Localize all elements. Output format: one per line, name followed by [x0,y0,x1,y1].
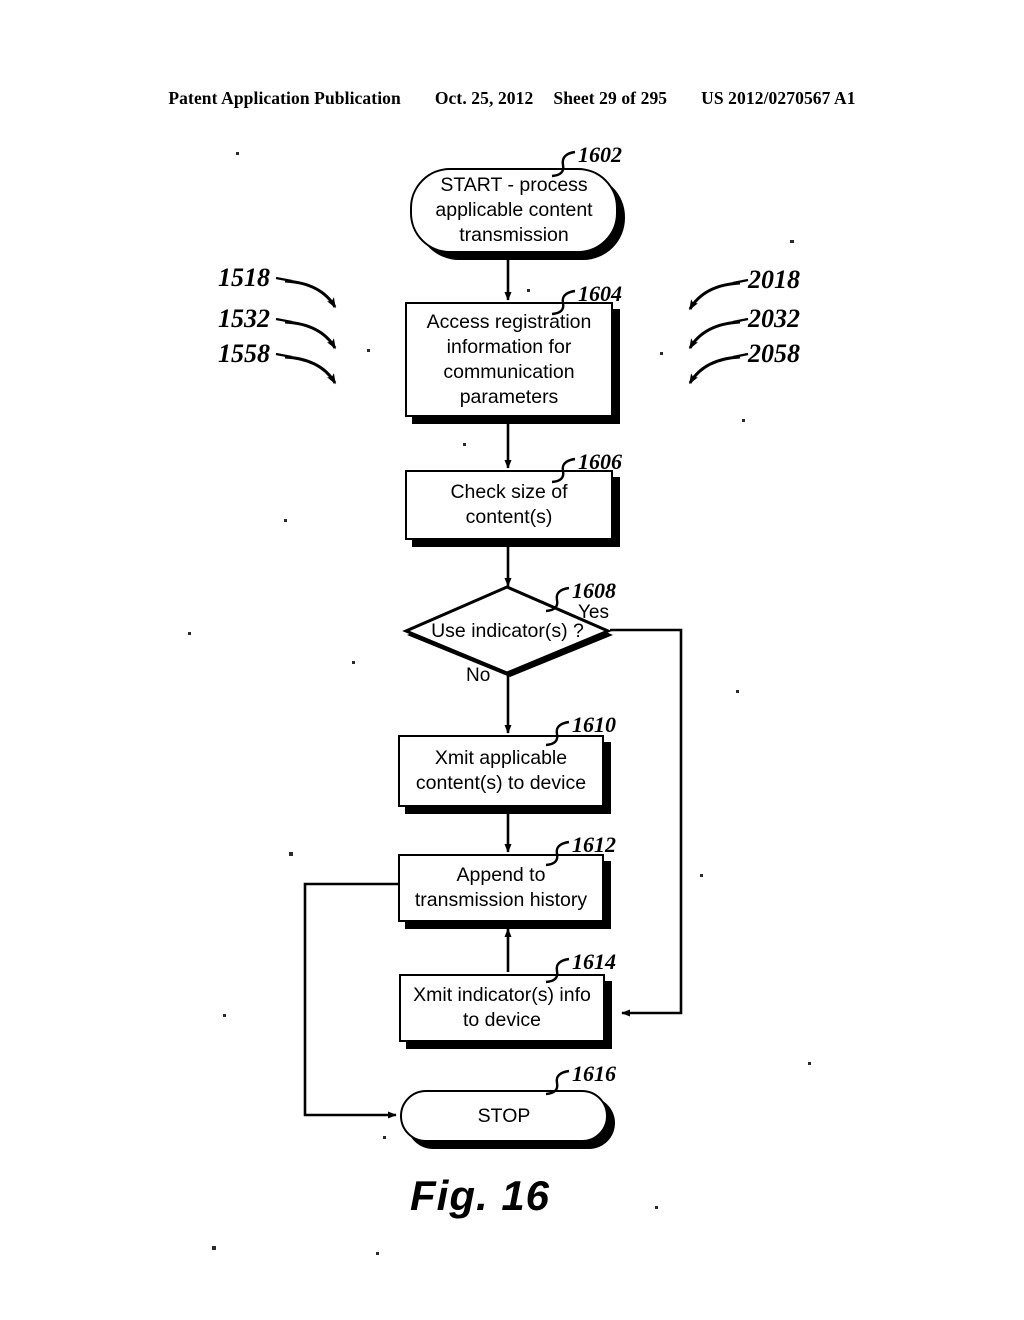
ref-1608: 1608 [572,578,616,603]
node-append-history[interactable]: Append to transmission history [398,854,604,922]
node-access-registration[interactable]: Access registration information for comm… [405,302,613,417]
ref-1606: 1606 [578,449,622,474]
ref-1612: 1612 [572,832,616,857]
ref-1602: 1602 [578,142,622,167]
node-xmit-indicator[interactable]: Xmit indicator(s) info to device [399,974,605,1042]
side-ref-2018: 2018 [748,265,800,294]
side-ref-1518: 1518 [218,263,270,292]
branch-label-yes: Yes [578,602,609,623]
side-ref-1558: 1558 [218,339,270,368]
node-xmit-indicator-label: Xmit indicator(s) info to device [413,984,591,1031]
side-ref-2058: 2058 [748,339,800,368]
ref-1610: 1610 [572,712,616,737]
node-append-history-label: Append to transmission history [414,864,588,911]
side-ref-2032: 2032 [748,304,800,333]
node-stop[interactable]: STOP [400,1090,608,1142]
node-check-size[interactable]: Check size of content(s) [405,470,613,540]
side-ref-1532: 1532 [218,304,270,333]
node-start[interactable]: START - process applicable content trans… [410,168,618,253]
branch-label-no: No [466,665,491,686]
ref-1616: 1616 [572,1061,616,1086]
node-xmit-content-label: Xmit applicable content(s) to device [415,747,587,794]
patent-figure-page: Patent Application Publication Oct. 25, 2… [0,0,1024,1320]
node-stop-label: STOP [477,1104,531,1127]
node-xmit-content[interactable]: Xmit applicable content(s) to device [398,735,604,807]
node-check-size-label: Check size of content(s) [450,481,568,528]
ref-1604: 1604 [578,281,622,306]
figure-caption: Fig. 16 [410,1172,551,1219]
node-start-label: START - process applicable content trans… [435,174,593,246]
node-access-registration-label: Access registration information for comm… [426,310,592,408]
ref-1614: 1614 [572,949,616,974]
